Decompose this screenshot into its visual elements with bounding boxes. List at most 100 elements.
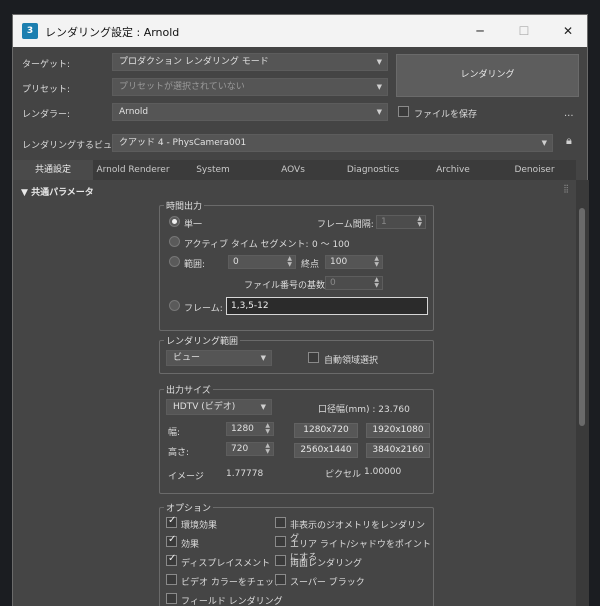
save-file-checkbox[interactable]: [398, 106, 409, 117]
render-hidden-geometry-checkbox[interactable]: [275, 517, 286, 528]
video-color-check-label: ビデオ カラーをチェック: [181, 578, 283, 588]
render-fields-checkbox[interactable]: [166, 593, 177, 604]
pixel-aspect-value[interactable]: 1.00000: [364, 467, 401, 477]
preset-1280x720-button[interactable]: 1280x720: [294, 423, 358, 438]
tab-arnold-renderer[interactable]: Arnold Renderer: [93, 160, 173, 180]
tab-denoiser[interactable]: Denoiser: [493, 160, 576, 180]
render-area-title: レンダリング範囲: [164, 334, 241, 347]
window-title: レンダリング設定 : Arnold: [45, 26, 180, 39]
save-file-label: ファイルを保存: [414, 110, 478, 120]
force-2-sided-checkbox[interactable]: [275, 555, 286, 566]
collapse-icon: ▼: [21, 188, 28, 198]
options-group: オプション 環境効果 効果 ディスプレイスメント ビデオ カラーをチェック フィ…: [159, 501, 434, 606]
renderer-value: Arnold: [119, 107, 149, 117]
active-segment-radio[interactable]: [169, 236, 180, 247]
target-dropdown[interactable]: プロダクション レンダリング モード ▼: [112, 53, 388, 71]
lock-icon[interactable]: 🔒︎: [566, 134, 572, 148]
render-fields-label: フィールド レンダリング: [181, 597, 283, 606]
atmospherics-label: 環境効果: [181, 521, 218, 531]
single-radio[interactable]: [169, 216, 180, 227]
super-black-label: スーパー ブラック: [290, 578, 365, 588]
frames-input[interactable]: 1,3,5-12: [226, 297, 428, 315]
aperture-width: 口径幅(mm) : 23.760: [318, 405, 410, 415]
super-black-checkbox[interactable]: [275, 574, 286, 585]
chevron-down-icon: ▼: [541, 139, 547, 147]
maximize-button[interactable]: ☐: [509, 21, 539, 41]
render-setup-body: ターゲット: プロダクション レンダリング モード ▼ プリセット: プリセット…: [13, 47, 589, 606]
preset-dropdown[interactable]: プリセットが選択されていない ▼: [112, 78, 388, 96]
effects-label: 効果: [181, 540, 200, 550]
preset-1920x1080-button[interactable]: 1920x1080: [366, 423, 430, 438]
render-area-value: ビュー: [173, 353, 201, 363]
spinner-arrows-icon[interactable]: ▲ ▼: [417, 216, 422, 228]
frames-radio[interactable]: [169, 300, 180, 311]
spinner-arrows-icon[interactable]: ▲ ▼: [265, 423, 270, 435]
options-title: オプション: [164, 501, 214, 514]
title-bar[interactable]: 3 レンダリング設定 : Arnold ─ ☐ ✕: [13, 15, 587, 47]
width-value: 1280: [231, 424, 254, 434]
spinner-arrows-icon[interactable]: ▲ ▼: [265, 443, 270, 455]
tab-bar: 共通設定 Arnold Renderer System AOVs Diagnos…: [13, 160, 576, 180]
chevron-down-icon: ▼: [376, 58, 382, 66]
auto-region-checkbox[interactable]: [308, 352, 319, 363]
time-output-group: 時間出力 単一 フレーム間隔: 1 ▲ ▼ アクティブ タイム セグメント: 0 …: [159, 199, 434, 331]
spinner-arrows-icon[interactable]: ▲ ▼: [374, 277, 379, 289]
preset-3840x2160-button[interactable]: 3840x2160: [366, 443, 430, 458]
chevron-down-icon: ▼: [376, 108, 382, 116]
range-end-label: 終点: [301, 260, 320, 270]
auto-region-label: 自動領域選択: [324, 356, 379, 366]
render-area-dropdown[interactable]: ビュー ▼: [166, 350, 272, 366]
video-color-check-checkbox[interactable]: [166, 574, 177, 585]
force-2-sided-label: 両面レンダリング: [290, 559, 363, 569]
minimize-button[interactable]: ─: [465, 21, 495, 41]
time-output-title: 時間出力: [164, 199, 205, 212]
spinner-arrows-icon[interactable]: ▲ ▼: [374, 256, 379, 268]
tab-archive[interactable]: Archive: [413, 160, 493, 180]
more-button[interactable]: ...: [564, 108, 574, 119]
range-start-spinner[interactable]: 0 ▲ ▼: [228, 255, 296, 269]
panel-scrollbar[interactable]: [576, 180, 589, 606]
spinner-arrows-icon[interactable]: ▲ ▼: [287, 256, 292, 268]
range-label: 範囲:: [184, 260, 206, 270]
chevron-down-icon: ▼: [376, 83, 382, 91]
tab-system[interactable]: System: [173, 160, 253, 180]
range-radio[interactable]: [169, 256, 180, 267]
range-start-value: 0: [233, 257, 239, 267]
displacement-checkbox[interactable]: [166, 553, 177, 566]
chevron-down-icon: ▼: [260, 354, 266, 362]
frame-interval-label: フレーム間隔:: [317, 220, 374, 230]
height-spinner[interactable]: 720 ▲ ▼: [226, 442, 274, 456]
tab-aovs[interactable]: AOVs: [253, 160, 333, 180]
preset-value: プリセットが選択されていない: [119, 82, 245, 92]
range-end-spinner[interactable]: 100 ▲ ▼: [325, 255, 383, 269]
pixel-aspect-label: ピクセル: [325, 470, 362, 480]
common-panel: ▼ 共通パラメータ ⣿ 時間出力 単一 フレーム間隔: 1 ▲ ▼ アクティブ タ…: [13, 180, 576, 606]
scrollbar-thumb[interactable]: [579, 208, 585, 426]
file-base-value: 0: [330, 278, 336, 288]
preset-2560x1440-button[interactable]: 2560x1440: [294, 443, 358, 458]
area-lights-as-points-checkbox[interactable]: [275, 536, 286, 547]
render-button[interactable]: レンダリング: [396, 54, 579, 97]
chevron-down-icon: ▼: [260, 403, 266, 411]
image-aspect-value[interactable]: 1.77778: [226, 469, 263, 479]
tab-diagnostics[interactable]: Diagnostics: [333, 160, 413, 180]
renderer-dropdown[interactable]: Arnold ▼: [112, 103, 388, 121]
rollout-header[interactable]: ▼ 共通パラメータ: [21, 185, 94, 198]
close-button[interactable]: ✕: [553, 21, 583, 41]
tab-common[interactable]: 共通設定: [13, 160, 93, 180]
file-base-spinner[interactable]: 0 ▲ ▼: [325, 276, 383, 290]
atmospherics-checkbox[interactable]: [166, 515, 177, 528]
frame-interval-value: 1: [381, 217, 387, 227]
effects-checkbox[interactable]: [166, 534, 177, 547]
active-segment-value: 0 〜 100: [312, 240, 350, 250]
renderer-label: レンダラー:: [22, 110, 71, 120]
target-value: プロダクション レンダリング モード: [119, 57, 269, 67]
view-value: クアッド 4 - PhysCamera001: [119, 138, 247, 148]
image-aspect-label: イメージ: [168, 472, 204, 482]
frame-interval-spinner[interactable]: 1 ▲ ▼: [376, 215, 426, 229]
file-base-label: ファイル番号の基数:: [244, 281, 329, 291]
single-label: 単一: [184, 220, 203, 230]
width-spinner[interactable]: 1280 ▲ ▼: [226, 422, 274, 436]
view-dropdown[interactable]: クアッド 4 - PhysCamera001 ▼: [112, 134, 553, 152]
output-size-preset-dropdown[interactable]: HDTV (ビデオ) ▼: [166, 399, 272, 415]
